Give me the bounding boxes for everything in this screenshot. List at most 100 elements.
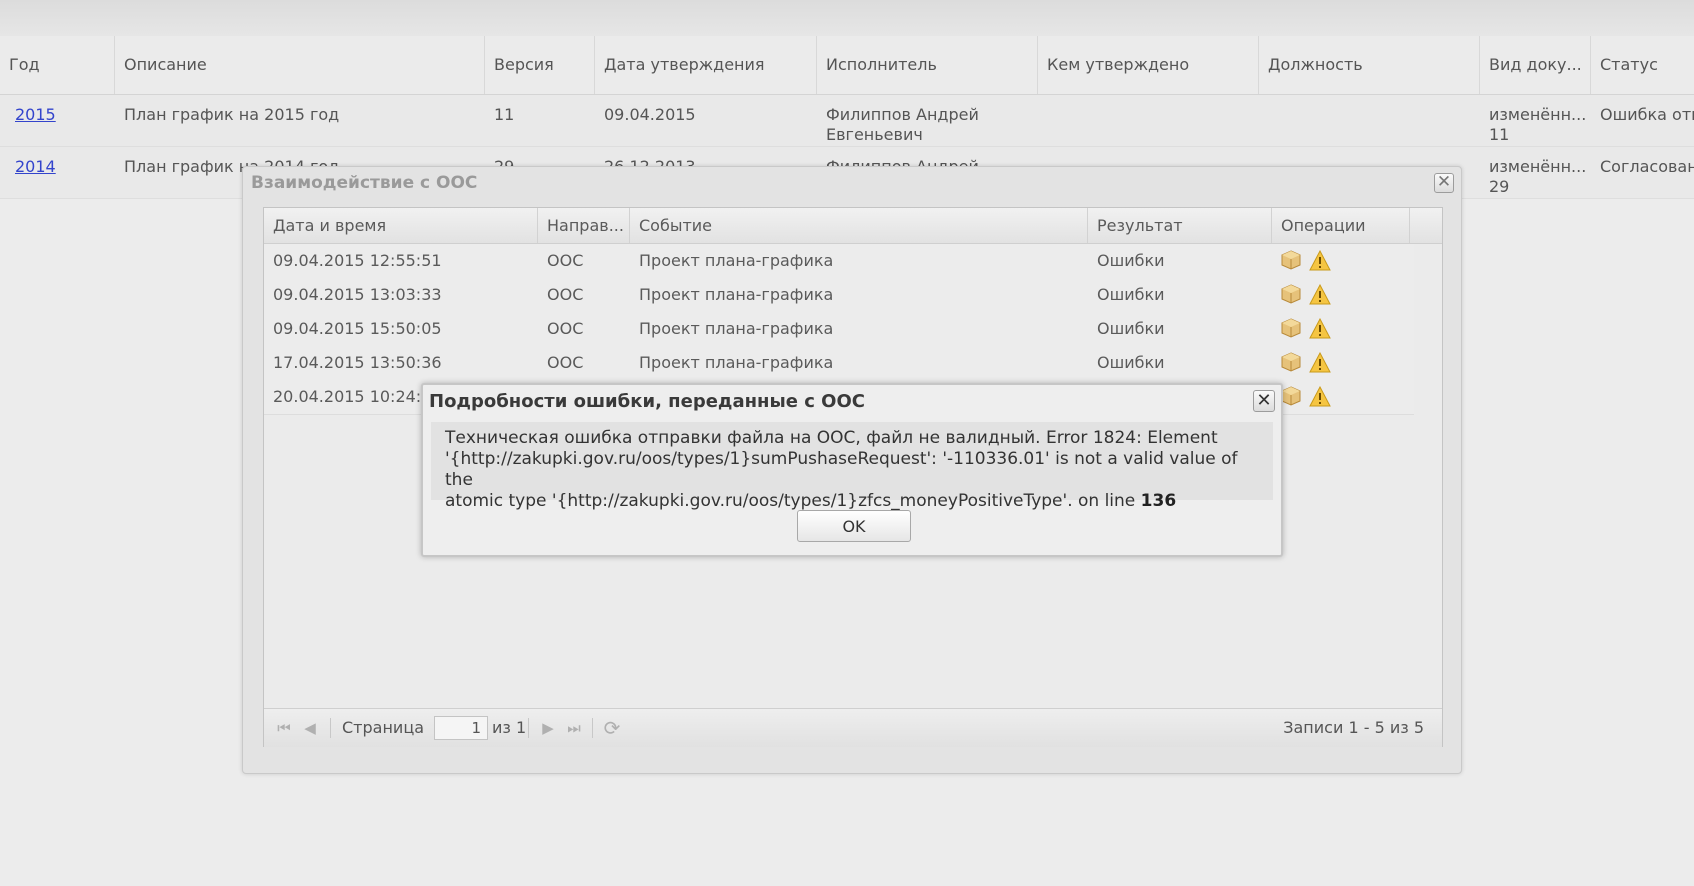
table-row[interactable]: 09.04.2015 12:55:51 ООС Проект плана-гра… bbox=[264, 244, 1414, 279]
col-executor[interactable]: Исполнитель bbox=[817, 36, 1038, 94]
main-grid-header: Год Описание Версия Дата утверждения Исп… bbox=[0, 36, 1694, 95]
dialog-title: Подробности ошибки, переданные с ООС bbox=[429, 391, 865, 412]
top-toolbar bbox=[0, 0, 1694, 36]
col-doc-type[interactable]: Вид доку... bbox=[1480, 36, 1591, 94]
version-cell: 11 bbox=[494, 105, 515, 124]
doc-type-label: изменённ... bbox=[1489, 157, 1587, 176]
doc-type-cell: изменённ... 11 bbox=[1480, 105, 1591, 145]
error-line-number: 136 bbox=[1140, 491, 1177, 511]
dialog-close-button[interactable]: ✕ bbox=[1253, 390, 1275, 412]
first-page-icon: ⏮ bbox=[277, 719, 291, 737]
error-message-line-1: Техническая ошибка отправки файла на ООС… bbox=[445, 428, 1218, 448]
window-title: Взаимодействие с ООС bbox=[251, 173, 478, 193]
direction-cell: ООС bbox=[547, 285, 584, 304]
col-version[interactable]: Версия bbox=[485, 36, 595, 94]
package-icon[interactable] bbox=[1281, 386, 1301, 406]
doc-type-number: 11 bbox=[1489, 125, 1510, 144]
package-icon[interactable] bbox=[1281, 318, 1301, 338]
warning-icon[interactable] bbox=[1309, 352, 1331, 374]
status-cell: Ошибка отпр bbox=[1600, 105, 1694, 124]
table-row[interactable]: 2015 План график на 2015 год 11 09.04.20… bbox=[0, 95, 1694, 147]
operations-cell bbox=[1272, 244, 1410, 278]
executor-name: Филиппов Андрей bbox=[826, 105, 979, 124]
col-datetime[interactable]: Дата и время bbox=[264, 208, 538, 243]
error-message-line-2: '{http://zakupki.gov.ru/oos/types/1}sumP… bbox=[445, 449, 1238, 490]
date-cell: 09.04.2015 bbox=[604, 105, 696, 124]
paging-toolbar: ⏮ ◀ Страница из 1 ▶ ⏭ ⟳ Записи 1 - 5 из … bbox=[264, 708, 1442, 747]
close-icon: ✕ bbox=[1256, 390, 1272, 411]
table-row[interactable]: 09.04.2015 13:03:33 ООС Проект плана-гра… bbox=[264, 278, 1414, 313]
col-operations[interactable]: Операции bbox=[1272, 208, 1410, 243]
window-close-button[interactable]: ✕ bbox=[1434, 173, 1454, 193]
refresh-button[interactable]: ⟳ bbox=[602, 718, 622, 738]
result-cell: Ошибки bbox=[1097, 319, 1165, 338]
status-cell: Согласован bbox=[1600, 157, 1694, 176]
next-page-icon: ▶ bbox=[542, 719, 554, 737]
col-year[interactable]: Год bbox=[0, 36, 115, 94]
col-status[interactable]: Статус bbox=[1591, 36, 1694, 94]
error-message-line-3: atomic type '{http://zakupki.gov.ru/oos/… bbox=[445, 491, 1141, 511]
warning-icon[interactable] bbox=[1309, 318, 1331, 340]
doc-type-number: 29 bbox=[1489, 177, 1510, 196]
package-icon[interactable] bbox=[1281, 352, 1301, 372]
ok-button[interactable]: OK bbox=[797, 510, 911, 542]
warning-icon[interactable] bbox=[1309, 386, 1331, 408]
pager-separator bbox=[330, 718, 331, 738]
table-row[interactable]: 09.04.2015 15:50:05 ООС Проект плана-гра… bbox=[264, 312, 1414, 347]
page-label: Страница bbox=[342, 718, 425, 737]
warning-icon[interactable] bbox=[1309, 250, 1331, 272]
col-event[interactable]: Событие bbox=[630, 208, 1088, 243]
prev-page-icon: ◀ bbox=[304, 719, 316, 737]
error-message: Техническая ошибка отправки файла на ООС… bbox=[431, 422, 1273, 511]
warning-icon[interactable] bbox=[1309, 284, 1331, 306]
page-number-input[interactable] bbox=[434, 716, 488, 740]
result-cell: Ошибки bbox=[1097, 251, 1165, 270]
col-approval-date[interactable]: Дата утверждения bbox=[595, 36, 817, 94]
close-icon: ✕ bbox=[1436, 172, 1452, 192]
event-cell: Проект плана-графика bbox=[639, 319, 834, 338]
datetime-cell: 09.04.2015 12:55:51 bbox=[273, 251, 442, 270]
direction-cell: ООС bbox=[547, 319, 584, 338]
event-cell: Проект плана-графика bbox=[639, 251, 834, 270]
col-result[interactable]: Результат bbox=[1088, 208, 1272, 243]
year-link[interactable]: 2014 bbox=[6, 157, 106, 177]
result-cell: Ошибки bbox=[1097, 285, 1165, 304]
events-grid-header: Дата и время Направ... Событие Результат… bbox=[264, 208, 1442, 244]
result-cell: Ошибки bbox=[1097, 353, 1165, 372]
last-page-icon: ⏭ bbox=[567, 719, 581, 737]
datetime-cell: 17.04.2015 13:50:36 bbox=[273, 353, 442, 372]
col-position[interactable]: Должность bbox=[1259, 36, 1480, 94]
pager-separator bbox=[592, 718, 593, 738]
doc-type-label: изменённ... bbox=[1489, 105, 1587, 124]
direction-cell: ООС bbox=[547, 251, 584, 270]
page-count-label: из 1 bbox=[492, 718, 527, 737]
prev-page-button[interactable]: ◀ bbox=[300, 718, 320, 738]
records-count: Записи 1 - 5 из 5 bbox=[1283, 718, 1424, 737]
datetime-cell: 09.04.2015 13:03:33 bbox=[273, 285, 442, 304]
executor-cell: Филиппов Андрей Евгеньевич bbox=[817, 105, 1038, 145]
year-link[interactable]: 2015 bbox=[6, 105, 106, 125]
last-page-button[interactable]: ⏭ bbox=[564, 718, 584, 738]
description-cell: План график на 2015 год bbox=[124, 105, 340, 124]
error-details-dialog: Подробности ошибки, переданные с ООС ✕ Т… bbox=[421, 383, 1283, 557]
col-description[interactable]: Описание bbox=[115, 36, 485, 94]
operations-cell bbox=[1272, 346, 1410, 380]
operations-cell bbox=[1272, 278, 1410, 312]
executor-patronymic: Евгеньевич bbox=[826, 125, 923, 144]
event-cell: Проект плана-графика bbox=[639, 285, 834, 304]
col-direction[interactable]: Направ... bbox=[538, 208, 630, 243]
event-cell: Проект плана-графика bbox=[639, 353, 834, 372]
operations-cell bbox=[1272, 312, 1410, 346]
table-row[interactable]: 17.04.2015 13:50:36 ООС Проект плана-гра… bbox=[264, 346, 1414, 381]
refresh-icon: ⟳ bbox=[603, 716, 621, 740]
datetime-cell: 09.04.2015 15:50:05 bbox=[273, 319, 442, 338]
next-page-button[interactable]: ▶ bbox=[538, 718, 558, 738]
first-page-button[interactable]: ⏮ bbox=[274, 718, 294, 738]
pager-separator bbox=[528, 718, 529, 738]
operations-cell bbox=[1272, 380, 1410, 414]
direction-cell: ООС bbox=[547, 353, 584, 372]
package-icon[interactable] bbox=[1281, 284, 1301, 304]
package-icon[interactable] bbox=[1281, 250, 1301, 270]
col-approved-by[interactable]: Кем утверждено bbox=[1038, 36, 1259, 94]
doc-type-cell: изменённ... 29 bbox=[1480, 157, 1591, 197]
